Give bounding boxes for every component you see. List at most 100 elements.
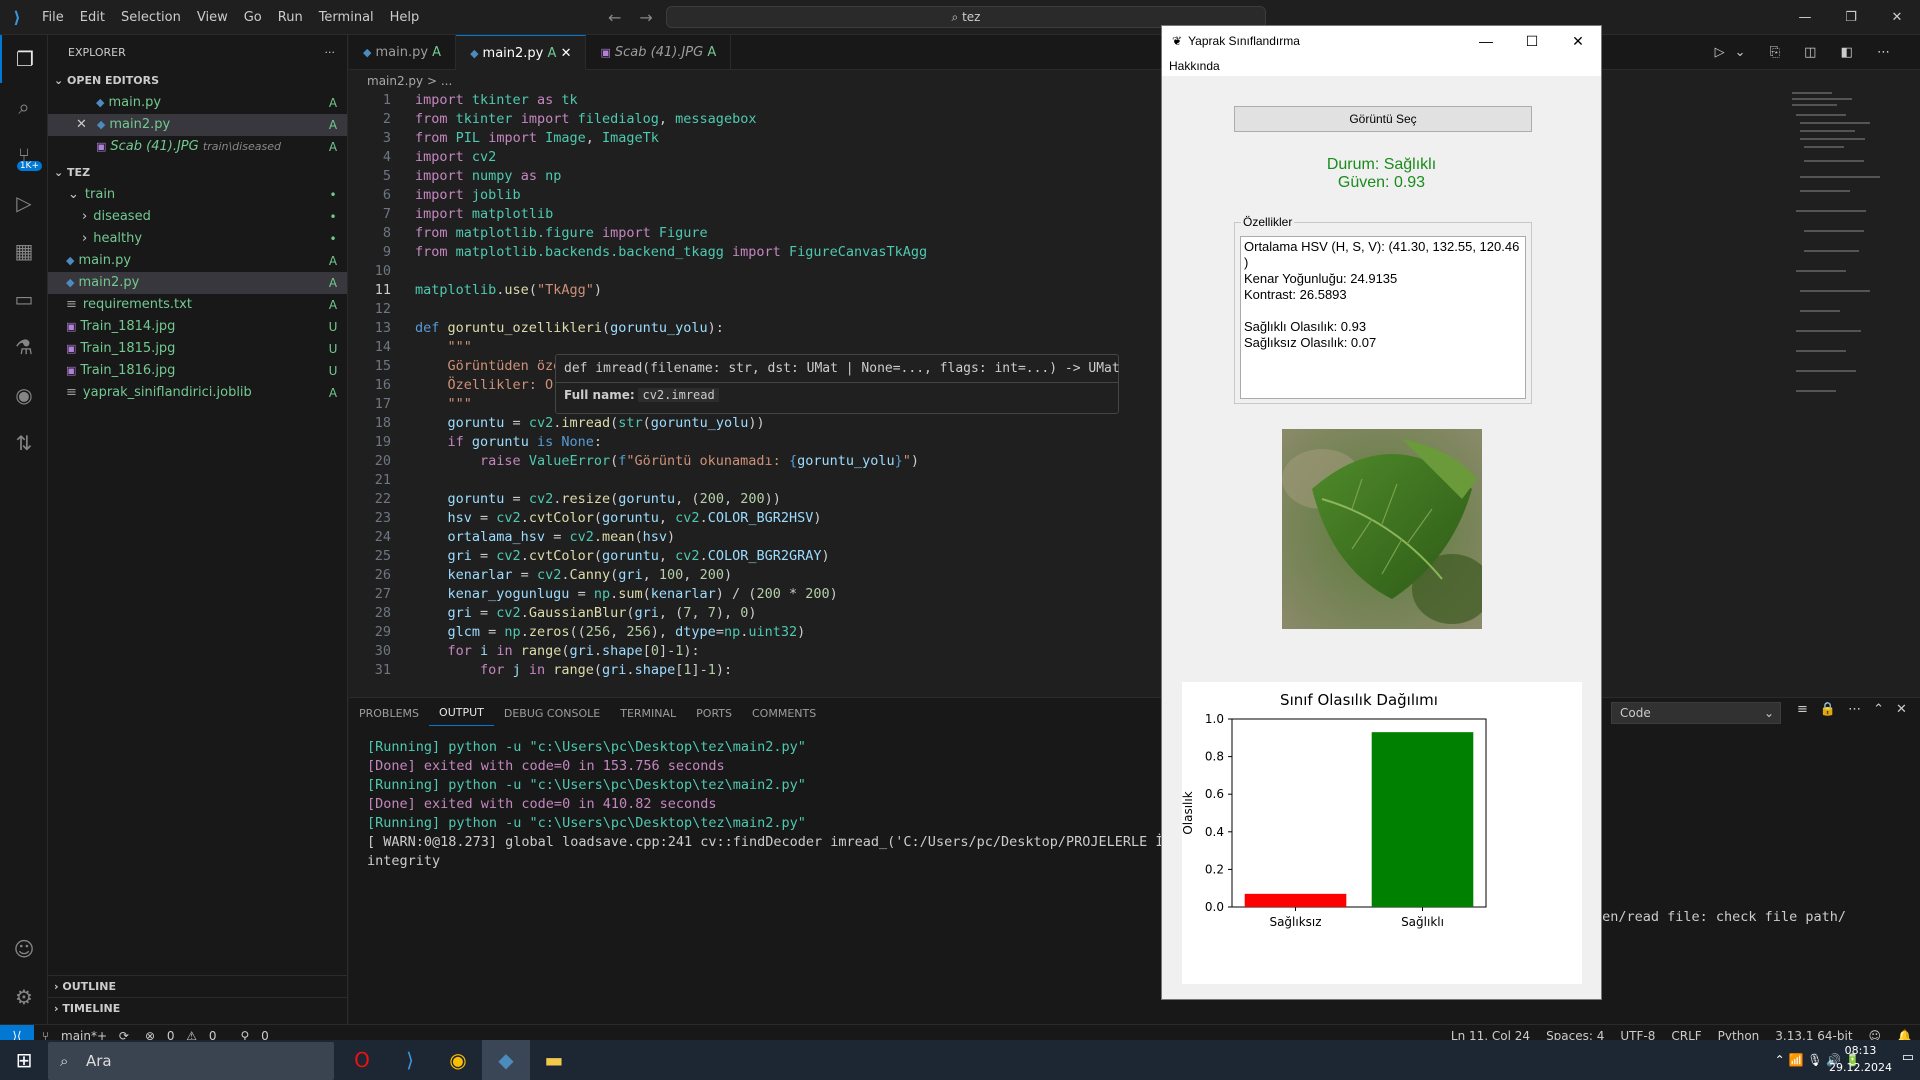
line-number: 23: [374, 510, 391, 526]
search-text: tez: [962, 10, 981, 24]
line-number: 27: [374, 586, 391, 602]
folder-train[interactable]: ⌄ train •: [48, 184, 347, 206]
file-train-1814[interactable]: ▣ Train_1814.jpg U: [48, 316, 347, 338]
folder-header[interactable]: ⌄ TEZ: [48, 162, 347, 184]
github-icon[interactable]: ◉: [0, 371, 48, 419]
search-icon[interactable]: ⌕: [0, 83, 48, 131]
fullname-value: cv2.imread: [638, 388, 719, 402]
gear-icon[interactable]: ⚙: [0, 973, 48, 1021]
title-bar: ⟩ File Edit Selection View Go Run Termin…: [0, 0, 1920, 35]
extensions-icon[interactable]: ▦: [0, 227, 48, 275]
file-requirements[interactable]: ≡ requirements.txt A: [48, 294, 347, 316]
tab-scab-jpg[interactable]: ▣ Scab (41).JPG A: [586, 35, 732, 70]
more-actions-icon[interactable]: ···: [325, 35, 336, 70]
tab-problems[interactable]: PROBLEMS: [349, 707, 429, 720]
minimize-icon[interactable]: —: [1463, 33, 1509, 49]
hover-signature: def imread(filename: str, dst: UMat | No…: [556, 355, 1120, 383]
maximize-icon[interactable]: ☐: [1509, 33, 1555, 50]
open-editors-header[interactable]: ⌄ OPEN EDITORS: [48, 70, 347, 92]
open-editor-item-active[interactable]: ✕ ◆ main2.py A: [48, 114, 347, 136]
minimap[interactable]: [1790, 90, 1900, 400]
folder-label: TEZ: [67, 166, 91, 179]
output-channel-select[interactable]: Code ⌄: [1611, 702, 1781, 724]
python-file-icon: ◆: [96, 96, 105, 109]
editor-actions[interactable]: ▷⌄ ⎘ ◫ ◧ ⋯: [1715, 35, 1900, 70]
tk-menu-about[interactable]: Hakkında: [1162, 56, 1601, 76]
run-debug-icon[interactable]: ▷: [0, 179, 48, 227]
tab-comments[interactable]: COMMENTS: [742, 707, 826, 720]
features-frame: Özellikler Ortalama HSV (H, S, V): (41.3…: [1234, 215, 1532, 404]
python-icon[interactable]: ◆: [482, 1040, 530, 1080]
date: 29.12.2024: [1829, 1061, 1892, 1074]
folder-healthy[interactable]: › healthy •: [48, 228, 347, 250]
testing-icon[interactable]: ⚗: [0, 323, 48, 371]
account-icon[interactable]: ☺: [0, 925, 48, 973]
file-train-1816[interactable]: ▣ Train_1816.jpg U: [48, 360, 347, 382]
menu-terminal[interactable]: Terminal: [311, 0, 382, 35]
explorer-icon[interactable]: ❐: [0, 35, 48, 83]
git-status: A: [328, 118, 338, 132]
notification-icon[interactable]: ▭: [1902, 1050, 1914, 1065]
menu-file[interactable]: File: [34, 0, 72, 35]
menu-go[interactable]: Go: [236, 0, 270, 35]
close-icon[interactable]: ✕: [1555, 33, 1601, 50]
line-number: 8: [382, 225, 391, 241]
file-main-py[interactable]: ◆ main.py A: [48, 250, 347, 272]
features-label: Özellikler: [1241, 215, 1295, 229]
clock[interactable]: 08:13 29.12.2024: [1829, 1042, 1892, 1076]
outline-header[interactable]: › OUTLINE: [48, 975, 348, 997]
remote-explorer-icon[interactable]: ▭: [0, 275, 48, 323]
breadcrumb[interactable]: main2.py > ...: [349, 70, 452, 92]
chrome-icon[interactable]: ◉: [434, 1040, 482, 1080]
open-editor-item[interactable]: ▣ Scab (41).JPG train\diseased A: [48, 136, 347, 158]
menu-view[interactable]: View: [189, 0, 236, 35]
menu-help[interactable]: Help: [382, 0, 428, 35]
tab-terminal[interactable]: TERMINAL: [610, 707, 686, 720]
line-number: 12: [374, 301, 391, 317]
close-icon[interactable]: ✕: [76, 114, 87, 136]
open-editors-label: OPEN EDITORS: [67, 74, 159, 87]
window-controls: — ❐ ✕: [1782, 0, 1920, 35]
line-number: 14: [374, 339, 391, 355]
scm-badge: 1K+: [16, 161, 42, 171]
menu-run[interactable]: Run: [270, 0, 311, 35]
select-image-button[interactable]: Görüntü Seç: [1234, 106, 1532, 132]
code-line: glcm = np.zeros((256, 256), dtype=np.uin…: [447, 624, 806, 640]
fullname-label: Full name:: [564, 388, 635, 402]
close-icon[interactable]: ✕: [1874, 0, 1920, 35]
tab-ports[interactable]: PORTS: [686, 707, 742, 720]
menu-selection[interactable]: Selection: [113, 0, 189, 35]
file-main2-py[interactable]: ◆ main2.py A: [48, 272, 347, 294]
taskbar-search[interactable]: ⌕ Ara: [48, 1042, 334, 1080]
panel-actions[interactable]: ≡🔒⋯⌃✕: [1797, 702, 1919, 717]
features-text[interactable]: Ortalama HSV (H, S, V): (41.30, 132.55, …: [1240, 236, 1526, 399]
nav-arrows[interactable]: ←→: [608, 8, 671, 27]
tab-output[interactable]: OUTPUT: [429, 701, 494, 726]
file-explorer-icon[interactable]: ▬: [530, 1040, 578, 1080]
windows-start-icon[interactable]: ⊞: [0, 1040, 48, 1080]
open-editor-item[interactable]: ◆ main.py A: [48, 92, 347, 114]
vscode-icon[interactable]: ⟩: [386, 1040, 434, 1080]
source-control-icon[interactable]: ⑂ 1K+: [0, 131, 48, 179]
timeline-header[interactable]: › TIMELINE: [48, 997, 348, 1019]
minimize-icon[interactable]: —: [1782, 0, 1828, 35]
close-icon[interactable]: ✕: [561, 46, 572, 61]
chart-title: Sınıf Olasılık Dağılımı: [1280, 691, 1438, 709]
folder-diseased[interactable]: › diseased •: [48, 206, 347, 228]
line-number: 29: [374, 624, 391, 640]
restore-icon[interactable]: ❐: [1828, 0, 1874, 35]
line-number: 25: [374, 548, 391, 564]
opera-icon[interactable]: O: [338, 1040, 386, 1080]
tab-main-py[interactable]: ◆ main.py A: [349, 35, 457, 70]
pull-requests-icon[interactable]: ⇅: [0, 419, 48, 467]
tab-main2-py[interactable]: ◆ main2.py A ✕: [456, 35, 587, 70]
file-joblib[interactable]: ≡ yaprak_siniflandirici.joblib A: [48, 382, 347, 404]
feather-icon: ❦: [1172, 34, 1183, 48]
code-line: from tkinter import filedialog, messageb…: [415, 111, 757, 127]
tab-debug-console[interactable]: DEBUG CONSOLE: [494, 707, 610, 720]
code-line: Görüntüden öze: [447, 358, 562, 374]
menu-edit[interactable]: Edit: [72, 0, 113, 35]
code-line: goruntu = cv2.resize(goruntu, (200, 200)…: [447, 491, 781, 507]
y-tick-label: 0.4: [1205, 825, 1224, 839]
file-train-1815[interactable]: ▣ Train_1815.jpg U: [48, 338, 347, 360]
